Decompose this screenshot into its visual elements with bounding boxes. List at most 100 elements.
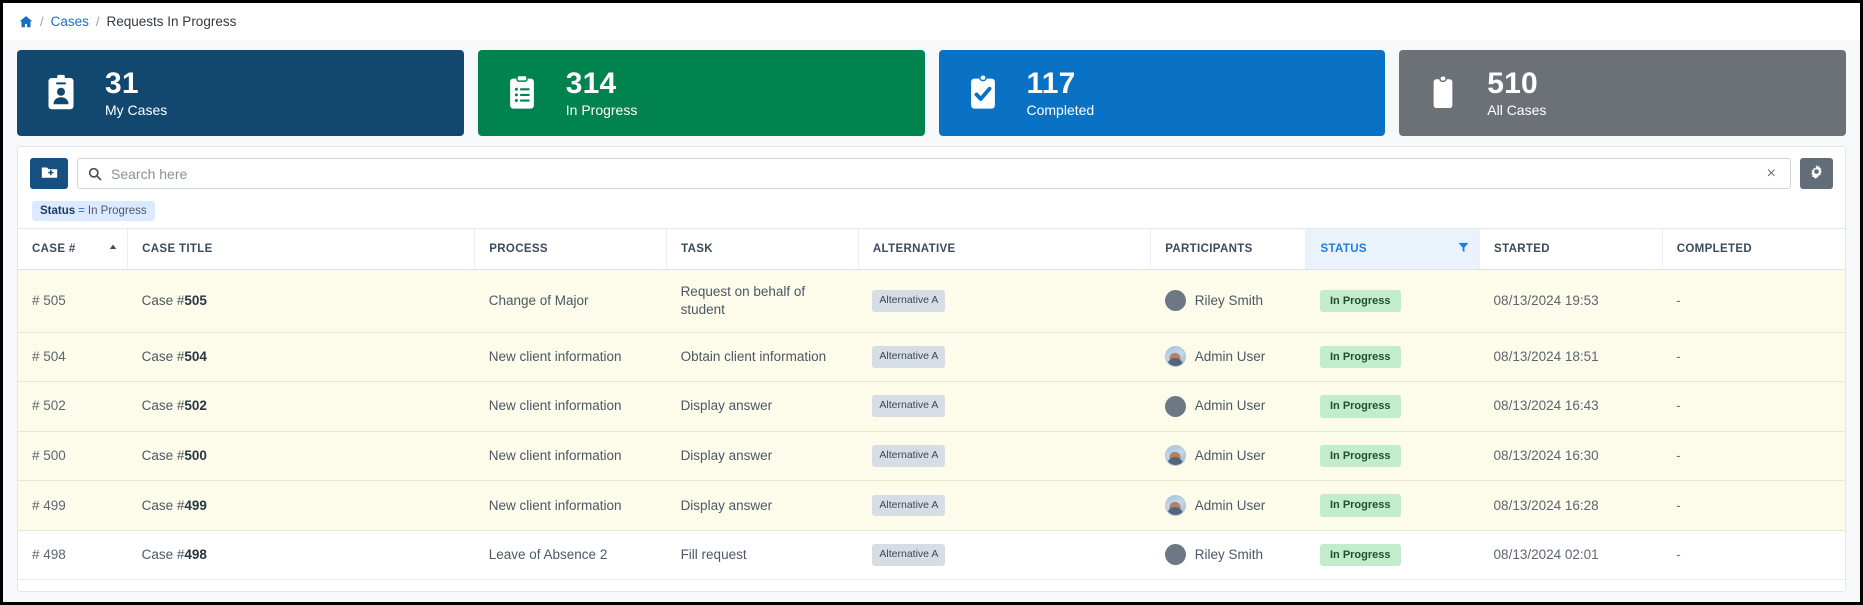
column-header-alternative[interactable]: ALTERNATIVE xyxy=(857,228,1151,270)
cell-status: In Progress xyxy=(1305,381,1480,432)
participant-name: Riley Smith xyxy=(1194,292,1263,308)
clear-search-icon[interactable]: × xyxy=(1763,165,1780,182)
cell-started: 08/13/2024 01:51 xyxy=(1479,579,1663,591)
participant: Admin User xyxy=(1164,346,1296,368)
avatar-placeholder-icon xyxy=(1164,395,1186,417)
stat-card-completed[interactable]: 117 Completed xyxy=(938,50,1386,136)
avatar xyxy=(1164,445,1186,467)
cell-participants: Admin User xyxy=(1150,332,1306,383)
column-label: PROCESS xyxy=(489,243,548,255)
search-icon xyxy=(88,167,102,181)
column-header-completed[interactable]: COMPLETED xyxy=(1661,228,1845,270)
case-title-number: 498 xyxy=(184,547,207,563)
cell-completed: - xyxy=(1662,269,1845,333)
new-case-button[interactable] xyxy=(30,158,68,189)
cell-process: Leave of Absence 2 xyxy=(474,530,667,581)
participant: Admin User xyxy=(1164,494,1296,516)
cell-started: 08/13/2024 16:30 xyxy=(1479,431,1663,482)
column-header-participants[interactable]: PARTICIPANTS xyxy=(1150,228,1306,270)
column-label: ALTERNATIVE xyxy=(872,243,956,255)
avatar-placeholder-icon xyxy=(1164,290,1186,312)
cell-task: Display answer xyxy=(666,480,859,531)
stat-label: My Cases xyxy=(105,102,168,119)
cell-alternative: Alternative A xyxy=(858,530,1151,581)
column-label: STATUS xyxy=(1320,243,1367,255)
clipboard-icon xyxy=(1421,71,1465,115)
cell-started: 08/13/2024 02:01 xyxy=(1479,530,1663,581)
stat-value: 117 xyxy=(1026,66,1076,100)
toolbar: × xyxy=(18,147,1845,195)
status-badge: In Progress xyxy=(1319,289,1401,313)
cell-participants: Admin User xyxy=(1150,480,1306,531)
cell-alternative: Alternative A xyxy=(858,381,1151,432)
column-header-started[interactable]: STARTED xyxy=(1479,228,1663,270)
cell-case-num: # 504 xyxy=(18,332,128,383)
filter-chip-status[interactable]: Status = In Progress xyxy=(32,201,155,221)
stat-card-in-progress[interactable]: 314 In Progress xyxy=(477,50,925,136)
stat-label: Completed xyxy=(1026,102,1095,119)
folder-plus-icon xyxy=(41,165,58,183)
column-header-task[interactable]: TASK xyxy=(666,228,859,270)
cell-case-num: # 502 xyxy=(18,381,128,432)
cell-completed: - xyxy=(1662,381,1845,432)
cell-status: In Progress xyxy=(1305,269,1480,333)
table-row[interactable]: # 505 Case #505 Change of Major Request on … xyxy=(18,269,1845,333)
avatar-placeholder-icon xyxy=(1164,544,1186,566)
stat-cards-row: 31 My Cases 314 In Progress 117 Complete… xyxy=(3,40,1860,146)
column-label: CASE # xyxy=(32,243,76,255)
table-row[interactable]: # 504 Case #504 New client information Obta… xyxy=(18,332,1845,383)
column-header-case-title[interactable]: CASE TITLE xyxy=(127,228,475,270)
participant-name: Riley Smith xyxy=(1194,547,1263,563)
cell-case-title: Case #504 xyxy=(127,332,475,383)
stat-value: 510 xyxy=(1487,66,1538,100)
column-label: TASK xyxy=(681,243,713,255)
cases-table: CASE # CASE TITLE PROCESS TASK ALTERNATI… xyxy=(18,228,1845,591)
home-icon[interactable] xyxy=(19,15,33,29)
breadcrumb-bar: / Cases / Requests In Progress xyxy=(3,3,1860,40)
case-title-text: Case #504 xyxy=(142,349,207,364)
status-badge: In Progress xyxy=(1319,444,1401,468)
table-row[interactable]: # 499 Case #499 New client information Disp… xyxy=(18,480,1845,531)
settings-button[interactable] xyxy=(1800,158,1833,189)
stat-card-my-cases[interactable]: 31 My Cases xyxy=(17,50,464,136)
stat-card-all-cases[interactable]: 510 All Cases xyxy=(1399,50,1846,136)
funnel-icon[interactable] xyxy=(1458,242,1469,256)
case-title-text: Case #500 xyxy=(142,448,207,463)
cell-alternative: Alternative A xyxy=(858,579,1151,591)
stat-value: 314 xyxy=(565,66,617,100)
column-header-case-num[interactable]: CASE # xyxy=(18,228,128,270)
case-title-text: Case #498 xyxy=(142,547,207,562)
case-title-number: 505 xyxy=(184,292,207,308)
column-label: STARTED xyxy=(1494,243,1550,255)
app-window: / Cases / Requests In Progress 31 My Cas… xyxy=(0,0,1863,605)
search-input[interactable] xyxy=(111,165,1763,182)
case-title-number: 499 xyxy=(184,497,207,513)
cell-completed: - xyxy=(1662,579,1845,591)
breadcrumb-item-cases[interactable]: Cases xyxy=(51,14,89,29)
cell-process: Change of Major xyxy=(474,269,667,333)
participant: Admin User xyxy=(1164,395,1296,417)
column-header-status[interactable]: STATUS xyxy=(1305,228,1480,270)
participant: Riley Smith xyxy=(1164,290,1296,312)
cell-case-title: Case #505 xyxy=(127,269,475,333)
alternative-badge: Alternative A xyxy=(872,345,946,368)
alternative-badge: Alternative A xyxy=(872,289,946,312)
case-title-number: 502 xyxy=(184,398,207,414)
cell-started: 08/13/2024 16:28 xyxy=(1479,480,1663,531)
table-row[interactable]: # 498 Case #498 Leave of Absence 2 Fill req… xyxy=(18,530,1845,581)
column-header-process[interactable]: PROCESS xyxy=(474,228,667,270)
cell-completed: - xyxy=(1662,480,1845,531)
table-row[interactable]: # 497Case #497Leave of Absence with A...… xyxy=(18,579,1845,591)
case-title-number: 504 xyxy=(184,348,207,364)
alternative-badge: Alternative A xyxy=(872,444,946,467)
search-box[interactable]: × xyxy=(77,158,1791,189)
case-title-prefix: Case # xyxy=(141,398,185,414)
cell-status: In Progress xyxy=(1305,579,1480,591)
case-title-text: Case #499 xyxy=(142,498,207,513)
cell-case-num: # 499 xyxy=(18,480,128,531)
cell-task: Display answer xyxy=(666,381,859,432)
table-row[interactable]: # 500 Case #500 New client information Disp… xyxy=(18,431,1845,482)
case-title-number: 500 xyxy=(184,448,207,463)
status-badge: In Progress xyxy=(1319,494,1401,517)
table-row[interactable]: # 502 Case #502 New client information Disp… xyxy=(18,381,1845,432)
